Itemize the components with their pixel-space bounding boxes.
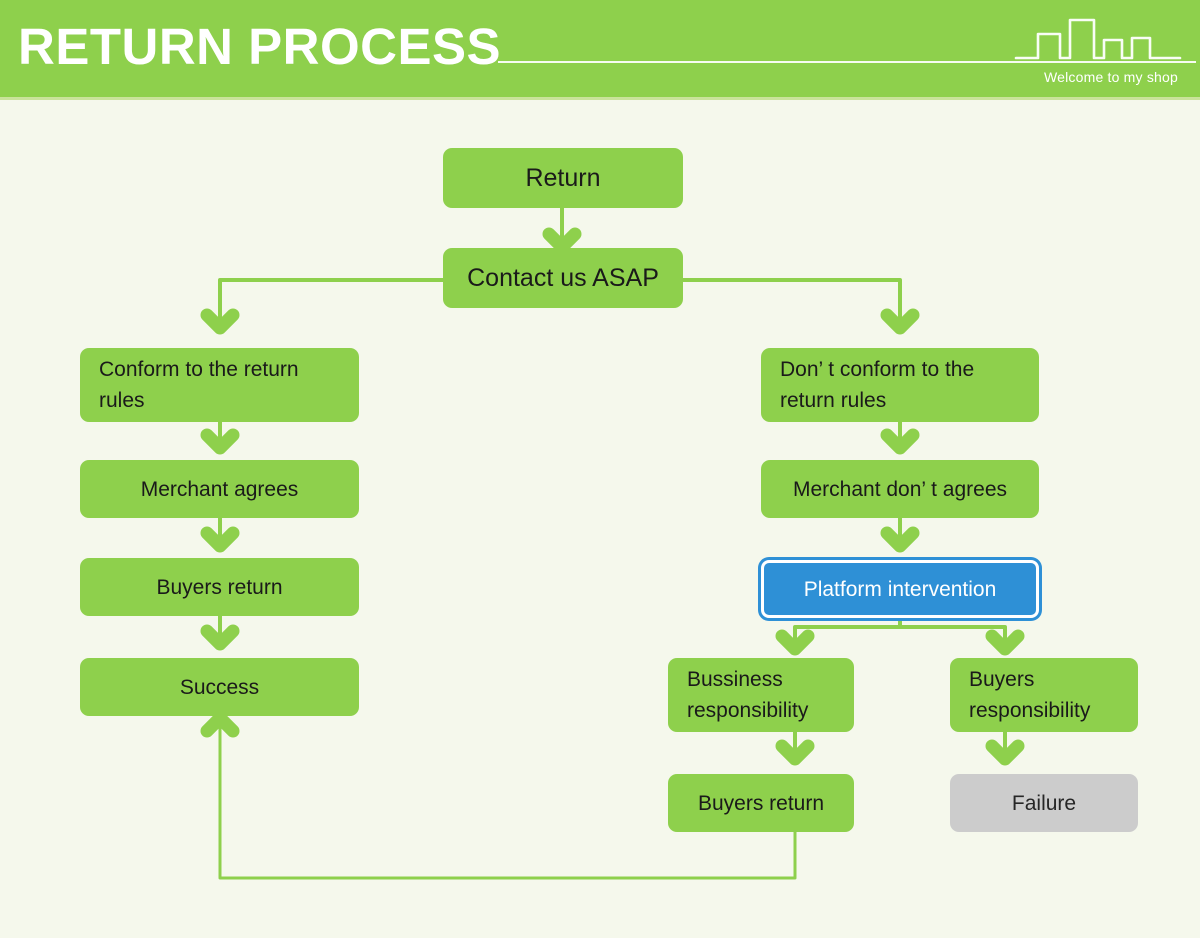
city-skyline-icon [1014,18,1182,60]
node-buyers-responsibility[interactable]: Buyers responsibility [950,658,1138,732]
slide-header: RETURN PROCESS Welcome to my shop [0,0,1200,97]
node-contact-us-asap[interactable]: Contact us ASAP [443,248,683,308]
node-buyers-return-left[interactable]: Buyers return [80,558,359,616]
node-merchant-dont-agrees[interactable]: Merchant don’ t agrees [761,460,1039,518]
node-buyers-responsibility-label: Buyers responsibility [969,668,1091,722]
node-business-responsibility[interactable]: Bussiness responsibility [668,658,854,732]
page-title: RETURN PROCESS [18,18,502,75]
edge-contact-to-not-conform [680,278,902,324]
shop-tagline: Welcome to my shop [1043,69,1178,85]
node-dont-conform-to-return-rules-label: Don’ t conform to the return rules [780,358,975,412]
node-merchant-agrees[interactable]: Merchant agrees [80,460,359,518]
node-dont-conform-to-return-rules[interactable]: Don’ t conform to the return rules [761,348,1039,422]
flowchart: Return Contact us ASAP Conform to the re… [0,100,1200,938]
node-business-responsibility-label: Bussiness responsibility [687,668,809,722]
node-platform-intervention-label: Platform intervention [803,577,997,601]
node-platform-intervention[interactable]: Platform intervention [761,560,1039,618]
edge-contact-to-conform [218,278,445,324]
slide-canvas: RETURN PROCESS Welcome to my shop Return… [0,0,1200,938]
node-buyers-return-right-label: Buyers return [697,791,825,815]
node-buyers-return-right[interactable]: Buyers return [668,774,854,832]
node-return-label: Return [525,164,601,192]
node-success-label: Success [179,675,260,699]
node-buyers-return-left-label: Buyers return [156,575,283,599]
node-success[interactable]: Success [80,658,359,716]
node-merchant-dont-agrees-label: Merchant don’ t agrees [792,477,1007,501]
node-conform-to-return-rules-label: Conform to the return rules [99,358,299,412]
node-failure[interactable]: Failure [950,774,1138,832]
node-return[interactable]: Return [443,148,683,208]
node-conform-to-return-rules[interactable]: Conform to the return rules [80,348,359,422]
node-contact-us-asap-label: Contact us ASAP [467,264,659,292]
node-merchant-agrees-label: Merchant agrees [140,477,299,501]
node-failure-label: Failure [1011,791,1077,815]
